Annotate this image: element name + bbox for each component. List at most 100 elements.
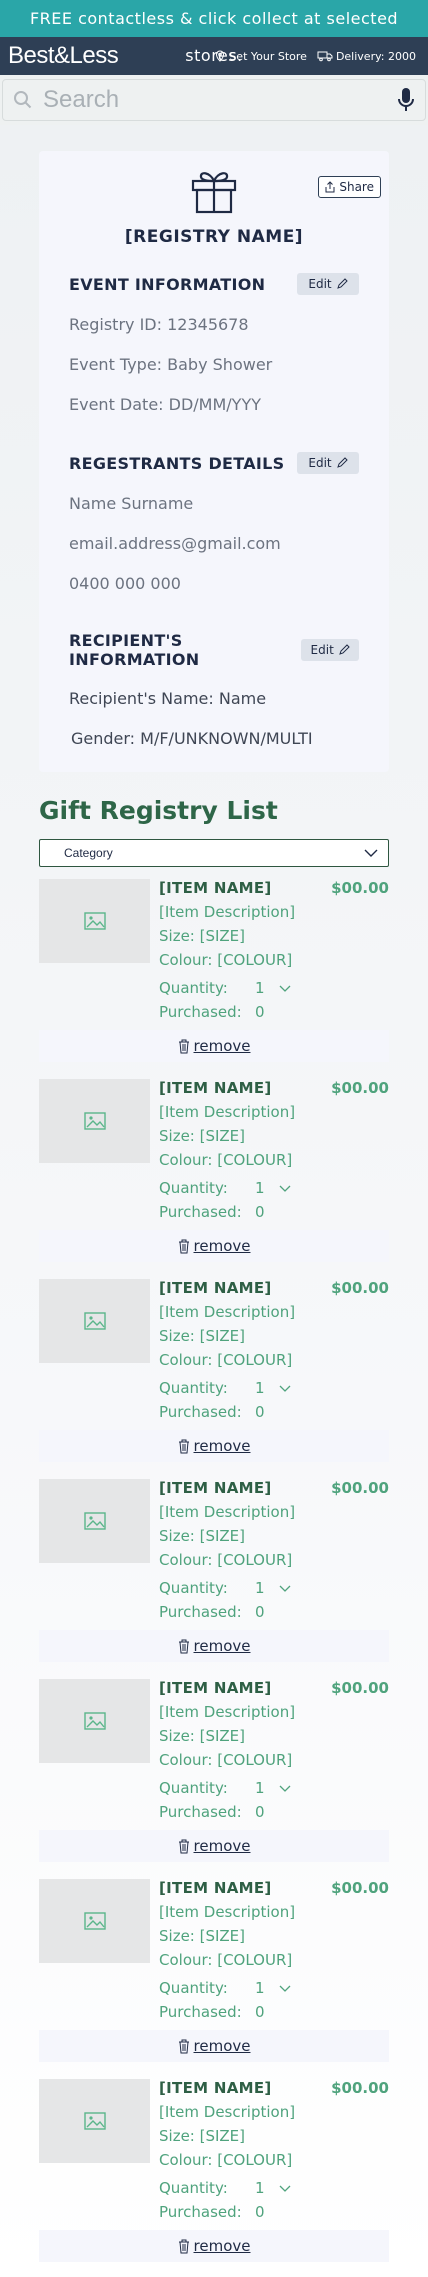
remove-link[interactable]: remove	[194, 1237, 251, 1255]
item-image[interactable]	[39, 1279, 150, 1363]
microphone-icon[interactable]	[397, 87, 415, 113]
trash-icon[interactable]	[178, 2239, 190, 2254]
search-bar	[0, 75, 428, 125]
chevron-down-icon	[279, 1785, 291, 1792]
nav-links: Set Your Store Delivery: 2000	[208, 50, 416, 63]
delivery-label: Delivery: 2000	[335, 49, 416, 63]
registry-id: Registry ID: 12345678	[69, 315, 249, 334]
purchased-label: Purchased:	[159, 2003, 242, 2021]
remove-link[interactable]: remove	[194, 1637, 251, 1655]
remove-link[interactable]: remove	[194, 1837, 251, 1855]
set-store-link[interactable]: Set Your Store	[214, 50, 307, 63]
event-date: Event Date: DD/MM/YYY	[69, 395, 261, 414]
edit-label: Edit	[310, 643, 334, 657]
quantity-row: Quantity: 1	[159, 1979, 389, 1997]
category-select[interactable]: Category	[39, 839, 389, 867]
quantity-label: Quantity:	[159, 1179, 228, 1197]
item-image[interactable]	[39, 1479, 150, 1563]
image-placeholder-icon	[83, 1112, 106, 1130]
remove-bar: remove	[39, 2230, 389, 2262]
recipient-name: Recipient's Name: Name	[69, 689, 267, 708]
registrants-header: REGESTRANTS DETAILS Edit	[69, 452, 359, 474]
item-description: [Item Description]	[159, 1103, 296, 1121]
trash-icon[interactable]	[178, 1639, 190, 1654]
purchased-row: Purchased: 0	[159, 2203, 389, 2221]
quantity-row: Quantity: 1	[159, 979, 389, 997]
remove-bar: remove	[39, 1830, 389, 1862]
item-description: [Item Description]	[159, 1503, 296, 1521]
quantity-value: 1	[255, 1179, 265, 1197]
item-image[interactable]	[39, 1879, 150, 1963]
item-size: Size: [SIZE]	[159, 2127, 246, 2145]
edit-recipient-button[interactable]: Edit	[301, 639, 359, 661]
trash-icon[interactable]	[178, 1439, 190, 1454]
event-type: Event Type: Baby Shower	[69, 355, 273, 374]
location-pin-icon	[216, 50, 225, 62]
delivery-link[interactable]: Delivery: 2000	[317, 50, 416, 63]
gift-item: [ITEM NAME] $00.00 [Item Description] Si…	[39, 1279, 389, 1479]
share-button[interactable]: Share	[318, 176, 381, 198]
item-price: $00.00	[331, 1079, 389, 1097]
registry-name: [REGISTRY NAME]	[124, 227, 304, 247]
remove-link[interactable]: remove	[194, 2237, 251, 2255]
gift-item: [ITEM NAME] $00.00 [Item Description] Si…	[39, 1679, 389, 1879]
edit-label: Edit	[308, 456, 332, 470]
quantity-select[interactable]: 1	[255, 1579, 291, 1597]
promo-banner[interactable]: FREE contactless & click collect at sele…	[0, 0, 428, 65]
item-description: [Item Description]	[159, 1903, 296, 1921]
item-colour: Colour: [COLOUR]	[159, 1151, 293, 1169]
edit-label: Edit	[308, 277, 332, 291]
quantity-select[interactable]: 1	[255, 1979, 291, 1997]
quantity-select[interactable]: 1	[255, 1779, 291, 1797]
remove-bar: remove	[39, 1230, 389, 1262]
item-price: $00.00	[331, 2079, 389, 2097]
quantity-select[interactable]: 1	[255, 1379, 291, 1397]
chevron-down-icon	[279, 1185, 291, 1192]
remove-link[interactable]: remove	[194, 1037, 251, 1055]
quantity-label: Quantity:	[159, 1379, 228, 1397]
remove-bar: remove	[39, 1430, 389, 1462]
quantity-select[interactable]: 1	[255, 2179, 291, 2197]
chevron-down-icon	[279, 985, 291, 992]
trash-icon[interactable]	[178, 1039, 190, 1054]
item-colour: Colour: [COLOUR]	[159, 951, 293, 969]
registry-card: Share [REGISTRY NAME] EVENT INFORMATION …	[39, 151, 389, 772]
item-price: $00.00	[331, 1679, 389, 1697]
purchased-row: Purchased: 0	[159, 1603, 389, 1621]
trash-icon[interactable]	[178, 1839, 190, 1854]
remove-bar: remove	[39, 2030, 389, 2062]
edit-registrants-button[interactable]: Edit	[297, 452, 359, 474]
quantity-row: Quantity: 1	[159, 1779, 389, 1797]
trash-icon[interactable]	[178, 2039, 190, 2054]
chevron-down-icon	[279, 1385, 291, 1392]
item-image[interactable]	[39, 879, 150, 963]
item-image[interactable]	[39, 1679, 150, 1763]
search-icon	[14, 91, 32, 109]
remove-link[interactable]: remove	[194, 1437, 251, 1455]
remove-bar: remove	[39, 1030, 389, 1062]
category-value: Category	[64, 846, 113, 860]
quantity-value: 1	[255, 1779, 265, 1797]
image-placeholder-icon	[83, 1912, 106, 1930]
quantity-label: Quantity:	[159, 1979, 228, 1997]
logo[interactable]: Best&Less	[8, 42, 119, 70]
purchased-row: Purchased: 0	[159, 2003, 389, 2021]
edit-event-button[interactable]: Edit	[297, 273, 359, 295]
truck-icon	[317, 51, 333, 62]
item-info: [ITEM NAME] $00.00 [Item Description] Si…	[159, 1679, 389, 1821]
search-input[interactable]	[33, 86, 397, 114]
item-info: [ITEM NAME] $00.00 [Item Description] Si…	[159, 1079, 389, 1221]
item-image[interactable]	[39, 2079, 150, 2163]
trash-icon[interactable]	[178, 1239, 190, 1254]
quantity-select[interactable]: 1	[255, 1179, 291, 1197]
remove-link[interactable]: remove	[194, 2037, 251, 2055]
item-description: [Item Description]	[159, 903, 296, 921]
item-size: Size: [SIZE]	[159, 1527, 246, 1545]
recipient-header: RECIPIENT'S INFORMATION Edit	[69, 631, 359, 669]
item-price: $00.00	[331, 1279, 389, 1297]
image-placeholder-icon	[83, 1312, 106, 1330]
purchased-label: Purchased:	[159, 1603, 242, 1621]
quantity-select[interactable]: 1	[255, 979, 291, 997]
item-description: [Item Description]	[159, 1303, 296, 1321]
item-image[interactable]	[39, 1079, 150, 1163]
